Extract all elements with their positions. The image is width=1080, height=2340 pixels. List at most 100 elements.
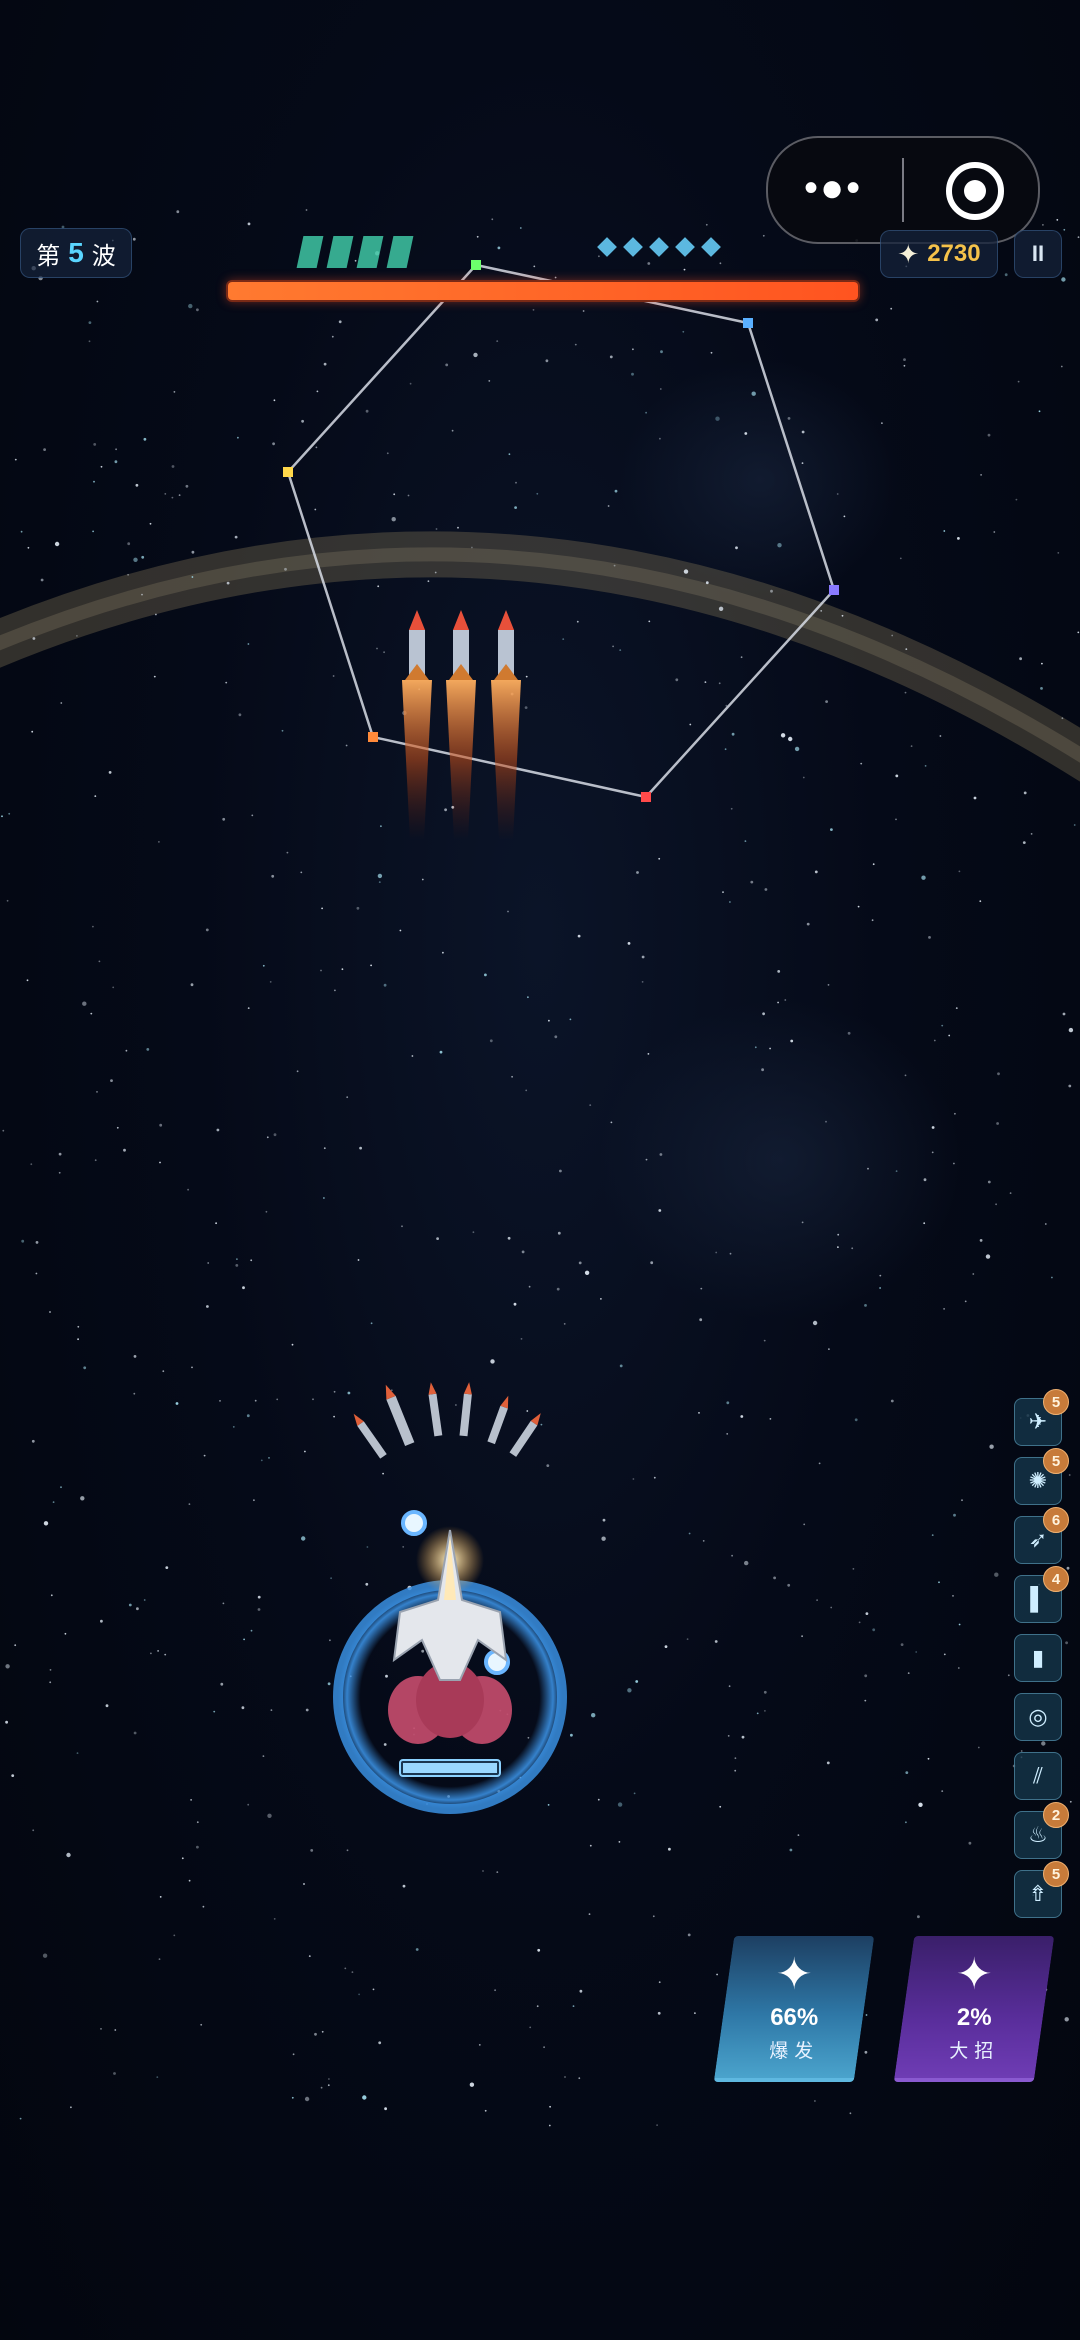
star xyxy=(559,1169,562,1173)
star xyxy=(220,1682,224,1686)
star xyxy=(49,1669,52,1671)
star xyxy=(132,237,136,241)
star xyxy=(377,873,383,879)
star xyxy=(584,1270,590,1276)
star xyxy=(135,483,139,487)
star xyxy=(100,1619,103,1623)
star xyxy=(269,981,272,983)
star xyxy=(14,458,17,461)
more-dots-icon[interactable]: •●• xyxy=(804,168,862,208)
burst-label: 爆发 xyxy=(769,2040,820,2062)
star xyxy=(247,1007,250,1009)
star xyxy=(994,1572,999,1577)
lives-indicator xyxy=(296,236,414,268)
star xyxy=(683,268,686,271)
star xyxy=(442,951,444,954)
star xyxy=(203,1454,206,1457)
skill-slot[interactable]: ▮ xyxy=(1014,1634,1062,1682)
star xyxy=(903,364,906,367)
skill-slot[interactable]: ⫽ xyxy=(1014,1752,1062,1800)
star xyxy=(979,1239,983,1242)
star xyxy=(957,1667,960,1669)
star xyxy=(1038,410,1041,413)
skill-slot[interactable]: ✈ 5 xyxy=(1014,1389,1069,1446)
star xyxy=(1077,631,1080,634)
star xyxy=(402,1884,406,1888)
star xyxy=(100,465,103,468)
star xyxy=(402,1546,405,1548)
skill-slot[interactable]: ▌ 4 xyxy=(1014,1566,1069,1623)
star xyxy=(341,968,344,971)
star xyxy=(641,981,644,983)
star xyxy=(141,593,143,596)
star xyxy=(659,1153,663,1156)
star xyxy=(165,1566,169,1569)
star xyxy=(2,1129,5,1132)
star xyxy=(710,351,713,354)
pause-button[interactable]: II xyxy=(1014,230,1062,278)
star xyxy=(32,1829,35,1832)
ship-upgrade-icon: ⇮ xyxy=(1028,1881,1048,1906)
star xyxy=(609,355,613,359)
star xyxy=(658,1209,662,1212)
game-stage[interactable]: •●• 第 5 波 ✦ 2730 II ✈ 5 ✺ 5 ➶ 6 ▌ 4 ▮ ◎ ⫽ ♨ 2 ⇮ 5 ✦ 66… xyxy=(0,0,1080,2340)
star xyxy=(156,2076,159,2079)
star xyxy=(378,2041,382,2045)
star xyxy=(43,448,46,451)
star xyxy=(825,700,828,703)
star xyxy=(1066,1566,1070,1570)
star xyxy=(801,1221,804,1224)
star xyxy=(964,1300,967,1303)
star xyxy=(219,1400,221,1402)
star xyxy=(234,535,238,539)
star xyxy=(694,2012,696,2014)
skill-slot[interactable]: ✺ 5 xyxy=(1014,1448,1069,1505)
star xyxy=(359,1146,362,1150)
player-missile-volley xyxy=(353,1382,541,1459)
star xyxy=(176,210,180,214)
burst-button[interactable]: ✦ 66% 爆发 xyxy=(713,1936,875,2082)
star xyxy=(1044,1223,1047,1225)
star xyxy=(35,1272,38,1275)
star xyxy=(382,1472,384,1475)
star xyxy=(715,1251,718,1254)
star xyxy=(750,880,754,884)
star xyxy=(272,442,275,446)
star xyxy=(266,1136,269,1139)
star xyxy=(391,517,396,522)
star xyxy=(1061,277,1066,282)
star xyxy=(682,330,685,333)
star xyxy=(734,1769,737,1772)
skill-slot[interactable]: ♨ 2 xyxy=(1014,1802,1069,1859)
star xyxy=(1007,1674,1010,1677)
star xyxy=(365,409,369,413)
skill-slot[interactable]: ◎ xyxy=(1014,1693,1062,1741)
star xyxy=(31,730,34,733)
target-circle-icon[interactable] xyxy=(946,162,1004,220)
star xyxy=(722,891,724,893)
star xyxy=(958,1623,961,1626)
life-pip xyxy=(386,236,414,268)
star xyxy=(698,1412,700,1414)
star xyxy=(321,907,323,910)
star xyxy=(26,979,29,982)
star xyxy=(904,1074,907,1077)
skill-slot[interactable]: ⇮ 5 xyxy=(1014,1861,1069,1918)
star xyxy=(328,2078,330,2080)
ultimate-button[interactable]: ✦ 2% 大招 xyxy=(893,1936,1055,2082)
skill-slot[interactable]: ➶ 6 xyxy=(1014,1507,1069,1564)
star xyxy=(751,391,756,396)
star xyxy=(675,678,679,682)
star xyxy=(247,1803,250,1806)
star xyxy=(1065,1641,1068,1645)
star xyxy=(90,1012,93,1015)
star xyxy=(562,638,565,640)
star xyxy=(60,1486,62,1489)
star xyxy=(715,416,720,421)
star xyxy=(125,1049,128,1052)
star xyxy=(865,1612,869,1615)
star xyxy=(939,735,942,737)
star xyxy=(591,1713,596,1718)
star xyxy=(825,1120,827,1123)
star xyxy=(895,818,897,821)
